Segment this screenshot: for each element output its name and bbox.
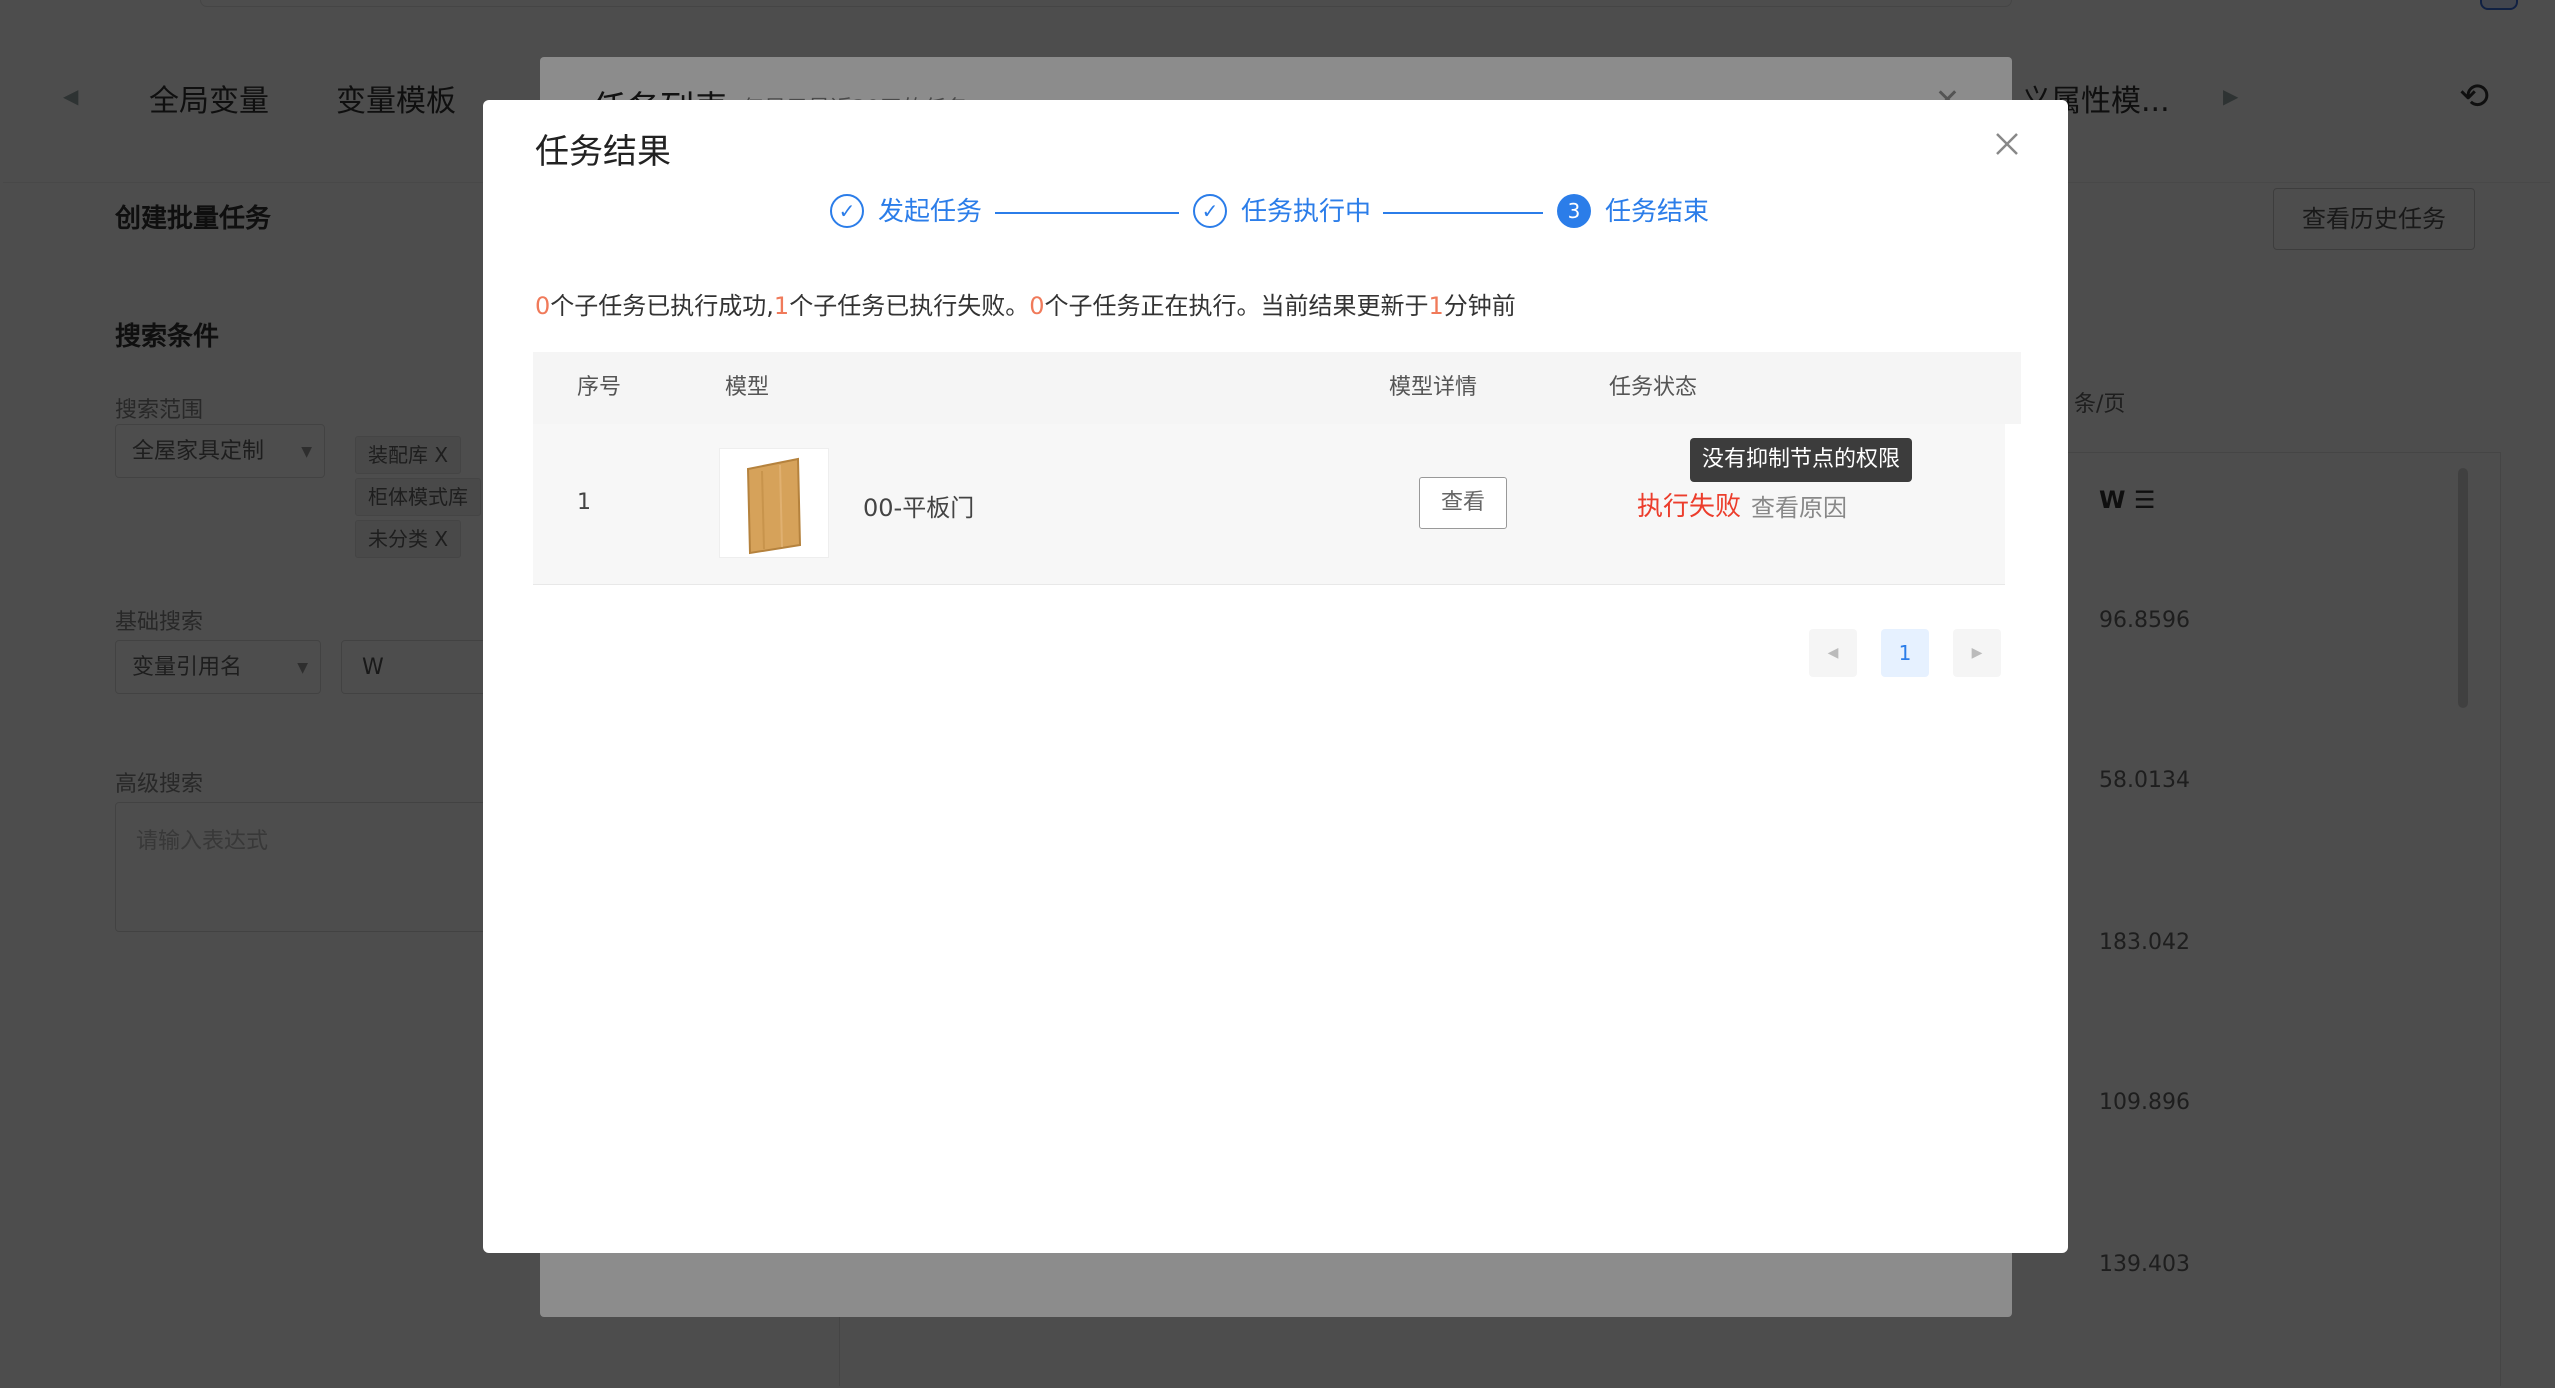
step-label: 发起任务 [878, 197, 983, 227]
row-index: 1 [577, 490, 591, 515]
table-header: 序号 模型 模型详情 任务状态 [533, 352, 2021, 424]
close-icon[interactable] [1987, 124, 2027, 164]
step-label: 任务执行中 [1241, 197, 1372, 227]
column-header-status: 任务状态 [1609, 375, 1698, 400]
model-thumbnail [719, 448, 829, 558]
steps-bar: ✓ 发起任务 ✓ 任务执行中 3 任务结束 [483, 192, 2068, 236]
result-summary: 0个子任务已执行成功,1个子任务已执行失败。0个子任务正在执行。当前结果更新于1… [535, 292, 1516, 320]
task-result-dialog: 任务结果 ✓ 发起任务 ✓ 任务执行中 3 任务结束 0个子任务已执行成功,1个… [483, 100, 2068, 1253]
page-number[interactable]: 1 [1881, 629, 1929, 677]
next-page-icon[interactable]: ▶ [1953, 629, 2001, 677]
step-connector [1383, 212, 1543, 214]
model-name: 00-平板门 [863, 494, 975, 522]
column-header-index: 序号 [577, 375, 622, 400]
check-icon: ✓ [830, 194, 864, 228]
view-model-button[interactable]: 查看 [1419, 477, 1507, 529]
column-header-model: 模型 [725, 375, 770, 400]
dialog-title: 任务结果 [535, 132, 671, 172]
status-badge: 执行失败 [1637, 492, 1742, 522]
column-header-model-detail: 模型详情 [1389, 375, 1478, 400]
step-label: 任务结束 [1605, 197, 1710, 227]
prev-page-icon[interactable]: ◀ [1809, 629, 1857, 677]
permission-tooltip: 没有抑制节点的权限 [1690, 438, 1913, 482]
check-icon: ✓ [1193, 194, 1227, 228]
step-connector [995, 212, 1179, 214]
step-number: 3 [1557, 194, 1591, 228]
view-reason-link[interactable]: 查看原因 [1751, 488, 1847, 523]
